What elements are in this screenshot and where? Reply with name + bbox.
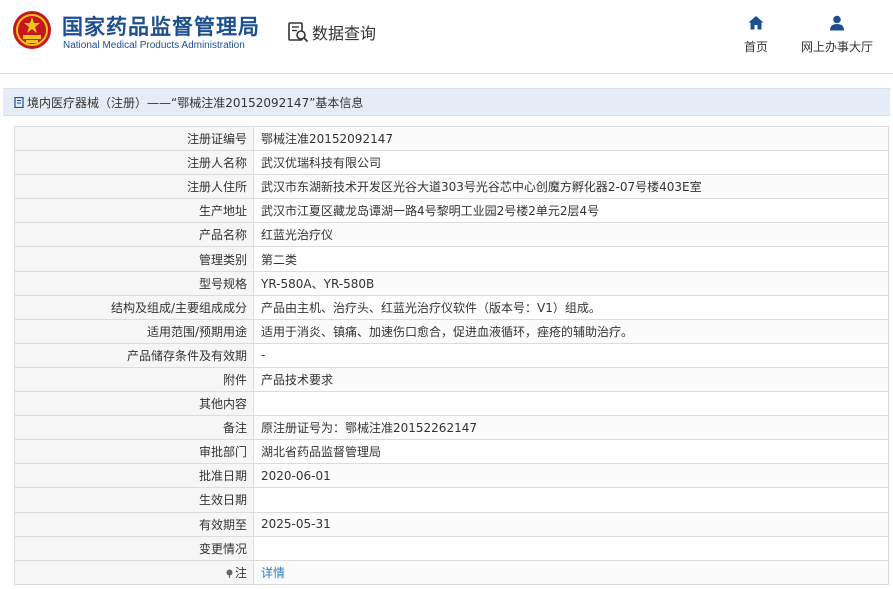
field-label: 适用范围/预期用途 [14, 318, 254, 344]
table-row: 注册人住所 武汉市东湖新技术开发区光谷大道303号光谷芯中心创魔方孵化器2-07号… [14, 174, 889, 200]
field-label: 审批部门 [14, 439, 254, 465]
table-row: 管理类别 第二类 [14, 246, 889, 272]
field-value: 产品由主机、治疗头、红蓝光治疗仪软件（版本号：V1）组成。 [253, 294, 889, 320]
field-label: 附件 [14, 366, 254, 393]
field-label: 备注 [14, 415, 254, 441]
field-value: 武汉市东湖新技术开发区光谷大道303号光谷芯中心创魔方孵化器2-07号楼403E… [253, 174, 889, 200]
document-search-icon [288, 22, 309, 43]
field-label: 批准日期 [14, 463, 254, 489]
site-header: 国家药品监督管理局 National Medical Products Admi… [0, 0, 893, 74]
table-row: 型号规格 YR-580A、YR-580B [14, 270, 889, 296]
field-label: 产品名称 [14, 222, 254, 248]
field-value [253, 391, 889, 417]
field-label: 注册人住所 [14, 174, 254, 200]
table-row: 变更情况 [14, 535, 889, 561]
field-label: 其他内容 [14, 391, 254, 417]
table-row: 生效日期 [14, 487, 889, 513]
note-value-cell: 详情 [253, 559, 889, 585]
table-row: 审批部门 湖北省药品监督管理局 [14, 439, 889, 465]
field-label: 注册证编号 [14, 125, 254, 152]
field-label: 注册人名称 [14, 150, 254, 176]
data-query-label: 数据查询 [312, 24, 377, 43]
document-icon [14, 96, 24, 108]
table-row: 注册证编号 鄂械注准20152092147 [14, 125, 889, 152]
table-row: 结构及组成/主要组成成分 产品由主机、治疗头、红蓝光治疗仪软件（版本号：V1）组成… [14, 294, 889, 320]
note-label-cell: 注 [14, 559, 254, 585]
table-row: 附件 产品技术要求 [14, 366, 889, 393]
user-icon [830, 15, 844, 31]
field-label: 结构及组成/主要组成成分 [14, 294, 254, 320]
pin-icon [226, 569, 233, 578]
table-row: 批准日期 2020-06-01 [14, 463, 889, 489]
breadcrumb: 境内医疗器械（注册）——“鄂械注准20152092147”基本信息 [3, 88, 890, 116]
field-label: 生产地址 [14, 198, 254, 224]
field-label: 管理类别 [14, 246, 254, 272]
field-value: 鄂械注准20152092147 [253, 125, 889, 152]
table-row: 产品储存条件及有效期 - [14, 342, 889, 368]
note-label: 注 [234, 565, 247, 580]
nav-home-label: 首页 [743, 40, 768, 54]
field-value: 2020-06-01 [253, 463, 889, 489]
breadcrumb-text: 境内医疗器械（注册）——“鄂械注准20152092147”基本信息 [27, 95, 364, 110]
field-value [253, 535, 889, 561]
field-label: 变更情况 [14, 535, 254, 561]
field-value: 武汉市江夏区藏龙岛谭湖一路4号黎明工业园2号楼2单元2层4号 [253, 198, 889, 224]
nav-home[interactable]: 首页 [738, 14, 774, 55]
table-row-note: 注 详情 [14, 559, 889, 585]
field-value [253, 487, 889, 513]
field-value: 红蓝光治疗仪 [253, 222, 889, 248]
field-label: 有效期至 [14, 511, 254, 537]
table-row: 适用范围/预期用途 适用于消炎、镇痛、加速伤口愈合，促进血液循环，痤疮的辅助治疗。 [14, 318, 889, 344]
field-value: 原注册证号为：鄂械注准20152262147 [253, 415, 889, 441]
nav-service-label: 网上办事大厅 [800, 40, 873, 54]
nav-service-hall[interactable]: 网上办事大厅 [798, 14, 876, 55]
field-value: 第二类 [253, 246, 889, 272]
device-info-table: 注册证编号 鄂械注准20152092147 注册人名称 武汉优瑞科技有限公司 注册人住所… [14, 125, 889, 585]
field-value: 武汉优瑞科技有限公司 [253, 150, 889, 176]
field-label: 型号规格 [14, 270, 254, 296]
data-query-link[interactable]: 数据查询 [287, 20, 376, 44]
home-icon [748, 16, 764, 30]
field-value: - [253, 342, 889, 368]
details-link[interactable]: 详情 [261, 566, 285, 580]
table-row: 生产地址 武汉市江夏区藏龙岛谭湖一路4号黎明工业园2号楼2单元2层4号 [14, 198, 889, 224]
national-emblem-logo [13, 11, 51, 49]
site-title-english: National Medical Products Administration [63, 40, 245, 51]
field-value: 2025-05-31 [253, 511, 889, 537]
table-row: 产品名称 红蓝光治疗仪 [14, 222, 889, 248]
field-value: 产品技术要求 [253, 366, 889, 393]
site-title: 国家药品监督管理局 [62, 15, 260, 39]
field-value: 湖北省药品监督管理局 [253, 439, 889, 465]
field-label: 生效日期 [14, 487, 254, 513]
table-row: 备注 原注册证号为：鄂械注准20152262147 [14, 415, 889, 441]
table-row: 其他内容 [14, 391, 889, 417]
field-label: 产品储存条件及有效期 [14, 342, 254, 368]
table-row: 有效期至 2025-05-31 [14, 511, 889, 537]
field-value: 适用于消炎、镇痛、加速伤口愈合，促进血液循环，痤疮的辅助治疗。 [253, 318, 889, 344]
table-row: 注册人名称 武汉优瑞科技有限公司 [14, 150, 889, 176]
field-value: YR-580A、YR-580B [253, 270, 889, 296]
